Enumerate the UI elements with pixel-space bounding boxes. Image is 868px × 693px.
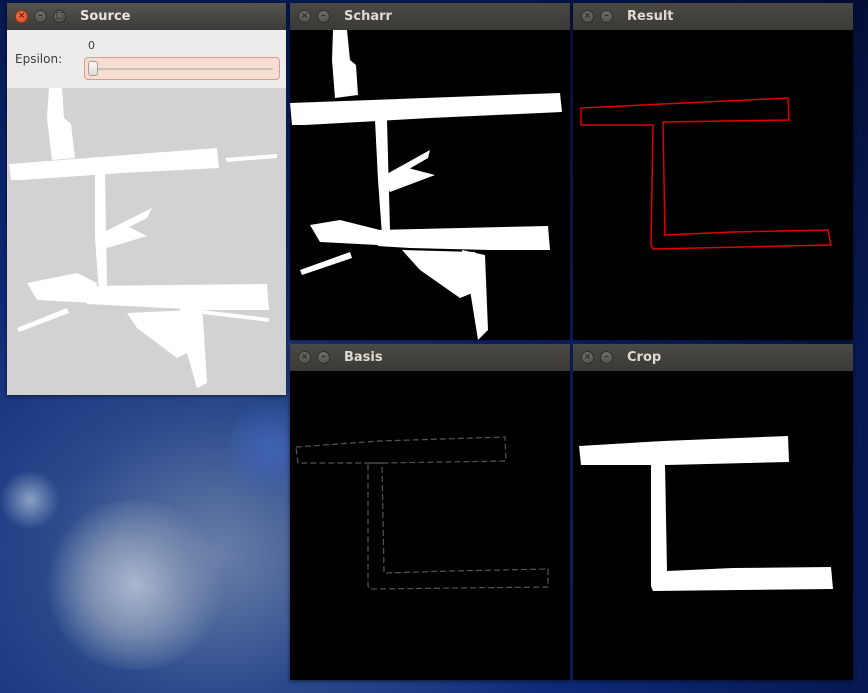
- minimize-icon[interactable]: –: [317, 10, 330, 23]
- slider-track: [91, 68, 273, 70]
- trackbar-label: Epsilon:: [15, 52, 63, 66]
- minimize-icon[interactable]: –: [600, 10, 613, 23]
- source-window: × – □ Source 0 Epsilon:: [7, 3, 286, 395]
- epsilon-slider[interactable]: [84, 57, 280, 80]
- window-title: Crop: [627, 350, 662, 365]
- scharr-titlebar[interactable]: × – Scharr: [290, 3, 570, 30]
- trackbar-panel: 0 Epsilon:: [7, 30, 286, 88]
- minimize-icon[interactable]: –: [317, 351, 330, 364]
- window-title: Scharr: [344, 9, 392, 24]
- crop-image: [573, 371, 853, 680]
- minimize-icon[interactable]: –: [34, 10, 47, 23]
- result-image: [573, 30, 853, 340]
- source-titlebar[interactable]: × – □ Source: [7, 3, 286, 30]
- result-titlebar[interactable]: × – Result: [573, 3, 853, 30]
- close-icon[interactable]: ×: [581, 10, 594, 23]
- minimize-icon[interactable]: –: [600, 351, 613, 364]
- close-icon[interactable]: ×: [298, 10, 311, 23]
- basis-image: [290, 371, 570, 680]
- trackbar-value: 0: [88, 39, 95, 52]
- source-image: [7, 88, 286, 395]
- contour-outline: [580, 97, 832, 250]
- basis-titlebar[interactable]: × – Basis: [290, 344, 570, 371]
- basis-window: × – Basis: [290, 344, 570, 680]
- window-title: Source: [80, 9, 131, 24]
- close-icon[interactable]: ×: [581, 351, 594, 364]
- slider-handle[interactable]: [88, 61, 98, 76]
- result-window: × – Result: [573, 3, 853, 340]
- maximize-icon[interactable]: □: [53, 10, 66, 23]
- scharr-image: [290, 30, 570, 340]
- close-icon[interactable]: ×: [15, 10, 28, 23]
- window-title: Basis: [344, 350, 383, 365]
- close-icon[interactable]: ×: [298, 351, 311, 364]
- crop-titlebar[interactable]: × – Crop: [573, 344, 853, 371]
- crop-window: × – Crop: [573, 344, 853, 680]
- scharr-window: × – Scharr: [290, 3, 570, 340]
- window-title: Result: [627, 9, 674, 24]
